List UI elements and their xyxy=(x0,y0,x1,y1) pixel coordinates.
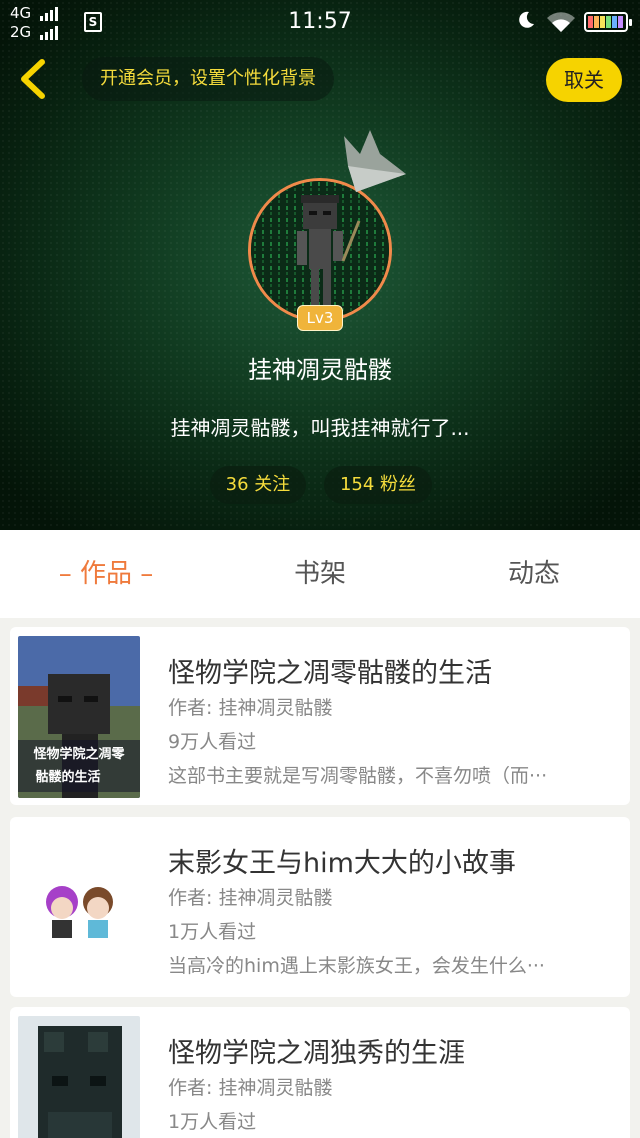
book-views: 1万人看过 xyxy=(168,921,257,943)
back-arrow-icon[interactable] xyxy=(14,56,54,102)
profile-tabs: – 作品 – 书架 动态 xyxy=(0,530,640,618)
avatar-skeleton-figure xyxy=(251,181,389,319)
book-views: 9万人看过 xyxy=(168,731,257,753)
unfollow-button[interactable]: 取关 xyxy=(546,58,622,102)
profile-header: 4G 2G S 11:57 开通会员，设置个性化背景 取关 Lv3 挂神凋灵骷髅… xyxy=(0,0,640,530)
book-cover xyxy=(18,826,140,988)
book-author: 作者: 挂神凋灵骷髅 xyxy=(168,887,333,909)
book-card[interactable]: 怪物学院之凋零 骷髅的生活 怪物学院之凋零骷髅的生活 作者: 挂神凋灵骷髅 9万… xyxy=(10,627,630,805)
book-cover-art: 怪物学院之凋零 骷髅的生活 xyxy=(18,636,140,798)
following-count[interactable]: 36 关注 xyxy=(210,466,306,504)
book-cover xyxy=(18,1016,140,1138)
book-author: 作者: 挂神凋灵骷髅 xyxy=(168,697,333,719)
avatar[interactable] xyxy=(248,178,392,322)
username: 挂神凋灵骷髅 xyxy=(248,356,392,384)
book-title: 怪物学院之凋零骷髅的生活 xyxy=(168,658,492,689)
tab-bookshelf[interactable]: 书架 xyxy=(250,530,390,618)
book-cover: 怪物学院之凋零 骷髅的生活 xyxy=(18,636,140,798)
book-cover-art xyxy=(18,826,140,988)
level-badge: Lv3 xyxy=(297,305,343,331)
moon-icon xyxy=(519,11,534,28)
book-cover-art xyxy=(18,1016,140,1138)
book-title: 怪物学院之凋独秀的生涯 xyxy=(168,1038,465,1069)
vip-background-prompt[interactable]: 开通会员，设置个性化背景 xyxy=(82,57,334,101)
battery-icon xyxy=(584,12,632,32)
book-views: 1万人看过 xyxy=(168,1111,257,1133)
status-time: 11:57 xyxy=(288,9,352,34)
book-card[interactable]: 怪物学院之凋独秀的生涯 作者: 挂神凋灵骷髅 1万人看过 xyxy=(10,1007,630,1138)
cover-title-line2: 骷髅的生活 xyxy=(35,769,100,785)
user-signature: 挂神凋灵骷髅，叫我挂神就行了... xyxy=(170,416,470,440)
book-author: 作者: 挂神凋灵骷髅 xyxy=(168,1077,333,1099)
book-description: 这部书主要就是写凋零骷髅，不喜勿喷（而··· xyxy=(168,765,548,787)
tab-works[interactable]: – 作品 – xyxy=(36,530,176,618)
tab-activity[interactable]: 动态 xyxy=(464,530,604,618)
cover-title-line1: 怪物学院之凋零 xyxy=(33,746,125,762)
status-bar: 4G 2G S 11:57 xyxy=(0,0,640,44)
book-title: 末影女王与him大大的小故事 xyxy=(168,848,516,879)
book-card[interactable]: 末影女王与him大大的小故事 作者: 挂神凋灵骷髅 1万人看过 当高冷的him遇… xyxy=(10,817,630,997)
fans-count[interactable]: 154 粉丝 xyxy=(324,466,432,504)
crown-icon xyxy=(344,130,406,192)
avatar-image xyxy=(248,178,392,322)
wifi-icon xyxy=(547,12,575,32)
book-description: 当高冷的him遇上末影族女王，会发生什么··· xyxy=(168,955,545,977)
